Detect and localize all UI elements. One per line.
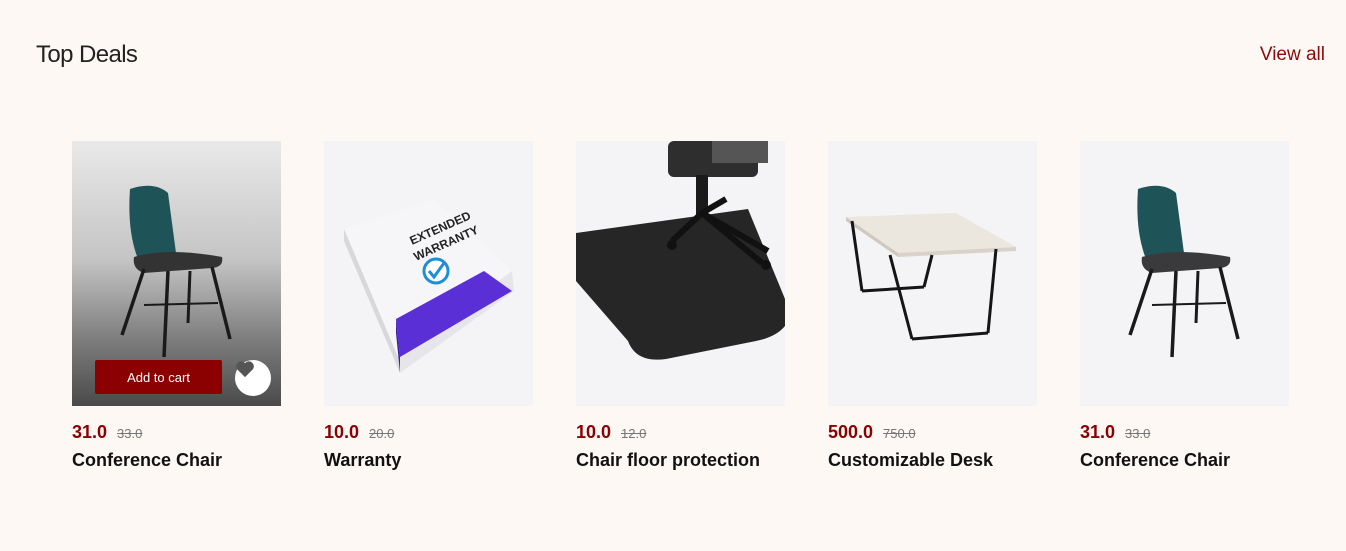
product-name[interactable]: Chair floor protection xyxy=(576,450,785,471)
original-price: 12.0 xyxy=(621,426,647,441)
product-name[interactable]: Customizable Desk xyxy=(828,450,1037,471)
add-to-cart-button[interactable]: Add to cart xyxy=(95,360,222,394)
floor-mat-image xyxy=(576,141,785,360)
product-card[interactable]: 31.0 33.0 Conference Chair xyxy=(1080,141,1289,471)
sale-price: 31.0 xyxy=(1080,422,1116,442)
warranty-box-image: EXTENDED WARRANTY xyxy=(344,199,514,373)
price-row: 31.0 33.0 xyxy=(72,422,281,444)
sale-price: 31.0 xyxy=(72,422,108,442)
original-price: 20.0 xyxy=(369,426,395,441)
sale-price: 500.0 xyxy=(828,422,874,442)
product-name[interactable]: Conference Chair xyxy=(1080,450,1289,471)
sale-price: 10.0 xyxy=(324,422,360,442)
original-price: 33.0 xyxy=(1125,426,1151,441)
product-image[interactable] xyxy=(828,141,1037,406)
product-card[interactable]: 10.0 12.0 Chair floor protection xyxy=(576,141,785,471)
desk-image xyxy=(846,213,1016,341)
product-card[interactable]: Add to cart 31.0 33.0 Conference Chair xyxy=(72,141,281,471)
product-card[interactable]: 500.0 750.0 Customizable Desk xyxy=(828,141,1037,471)
view-all-link[interactable]: View all xyxy=(1260,44,1325,66)
product-name[interactable]: Conference Chair xyxy=(72,450,281,471)
heart-icon xyxy=(236,361,254,378)
price-row: 10.0 12.0 xyxy=(576,422,785,444)
product-image[interactable] xyxy=(1080,141,1289,406)
section-title: Top Deals xyxy=(36,41,138,68)
price-row: 10.0 20.0 xyxy=(324,422,533,444)
product-card[interactable]: EXTENDED WARRANTY 10.0 20.0 Warranty xyxy=(324,141,533,471)
price-row: 31.0 33.0 xyxy=(1080,422,1289,444)
product-image[interactable]: Add to cart xyxy=(72,141,281,406)
sale-price: 10.0 xyxy=(576,422,612,442)
wishlist-button[interactable] xyxy=(235,360,271,396)
original-price: 33.0 xyxy=(117,426,143,441)
product-image[interactable]: EXTENDED WARRANTY xyxy=(324,141,533,406)
chair-image xyxy=(1128,185,1240,358)
product-image[interactable] xyxy=(576,141,785,406)
product-name[interactable]: Warranty xyxy=(324,450,533,471)
product-list: Add to cart 31.0 33.0 Conference Chair E… xyxy=(72,141,1289,471)
original-price: 750.0 xyxy=(883,426,916,441)
section-header: Top Deals View all xyxy=(36,38,1325,72)
price-row: 500.0 750.0 xyxy=(828,422,1037,444)
